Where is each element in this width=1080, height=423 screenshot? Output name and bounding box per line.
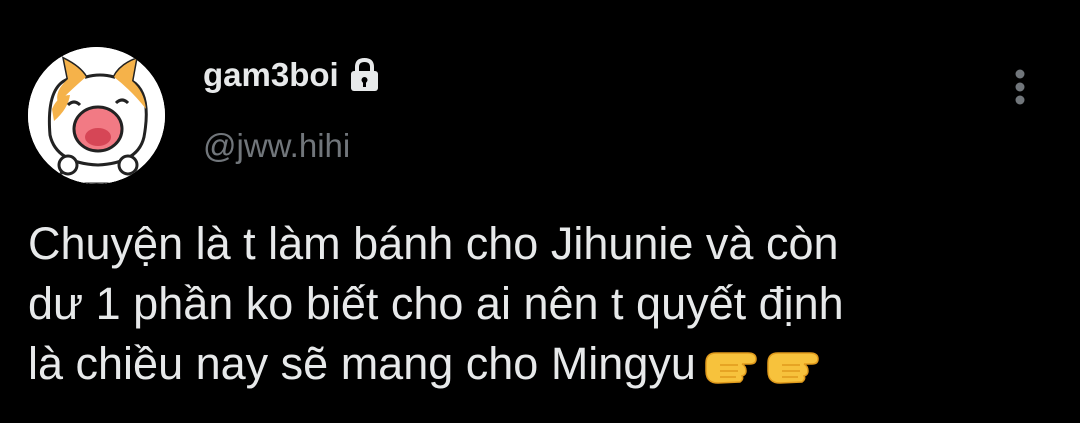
tweet-line-3: là chiều nay sẽ mang cho Mingyu bbox=[28, 334, 1058, 402]
tweet-line-3-text: là chiều nay sẽ mang cho Mingyu bbox=[28, 338, 696, 389]
user-handle[interactable]: @jww.hihi bbox=[203, 127, 350, 165]
tweet-text: Chuyện là t làm bánh cho Jihunie và còn … bbox=[28, 214, 1058, 402]
more-vertical-icon[interactable] bbox=[1008, 68, 1032, 108]
cat-avatar-icon bbox=[28, 47, 165, 184]
lock-icon bbox=[350, 57, 378, 91]
avatar[interactable] bbox=[28, 47, 165, 184]
user-display-name-row[interactable]: gam3boi bbox=[203, 56, 381, 94]
display-name[interactable]: gam3boi bbox=[203, 56, 339, 94]
tweet-line-2: dư 1 phần ko biết cho ai nên t quyết địn… bbox=[28, 278, 844, 329]
pointing-right-emoji-pair bbox=[702, 342, 822, 402]
tweet-line-1: Chuyện là t làm bánh cho Jihunie và còn bbox=[28, 218, 839, 269]
backhand-index-pointing-right-icon bbox=[705, 352, 819, 384]
